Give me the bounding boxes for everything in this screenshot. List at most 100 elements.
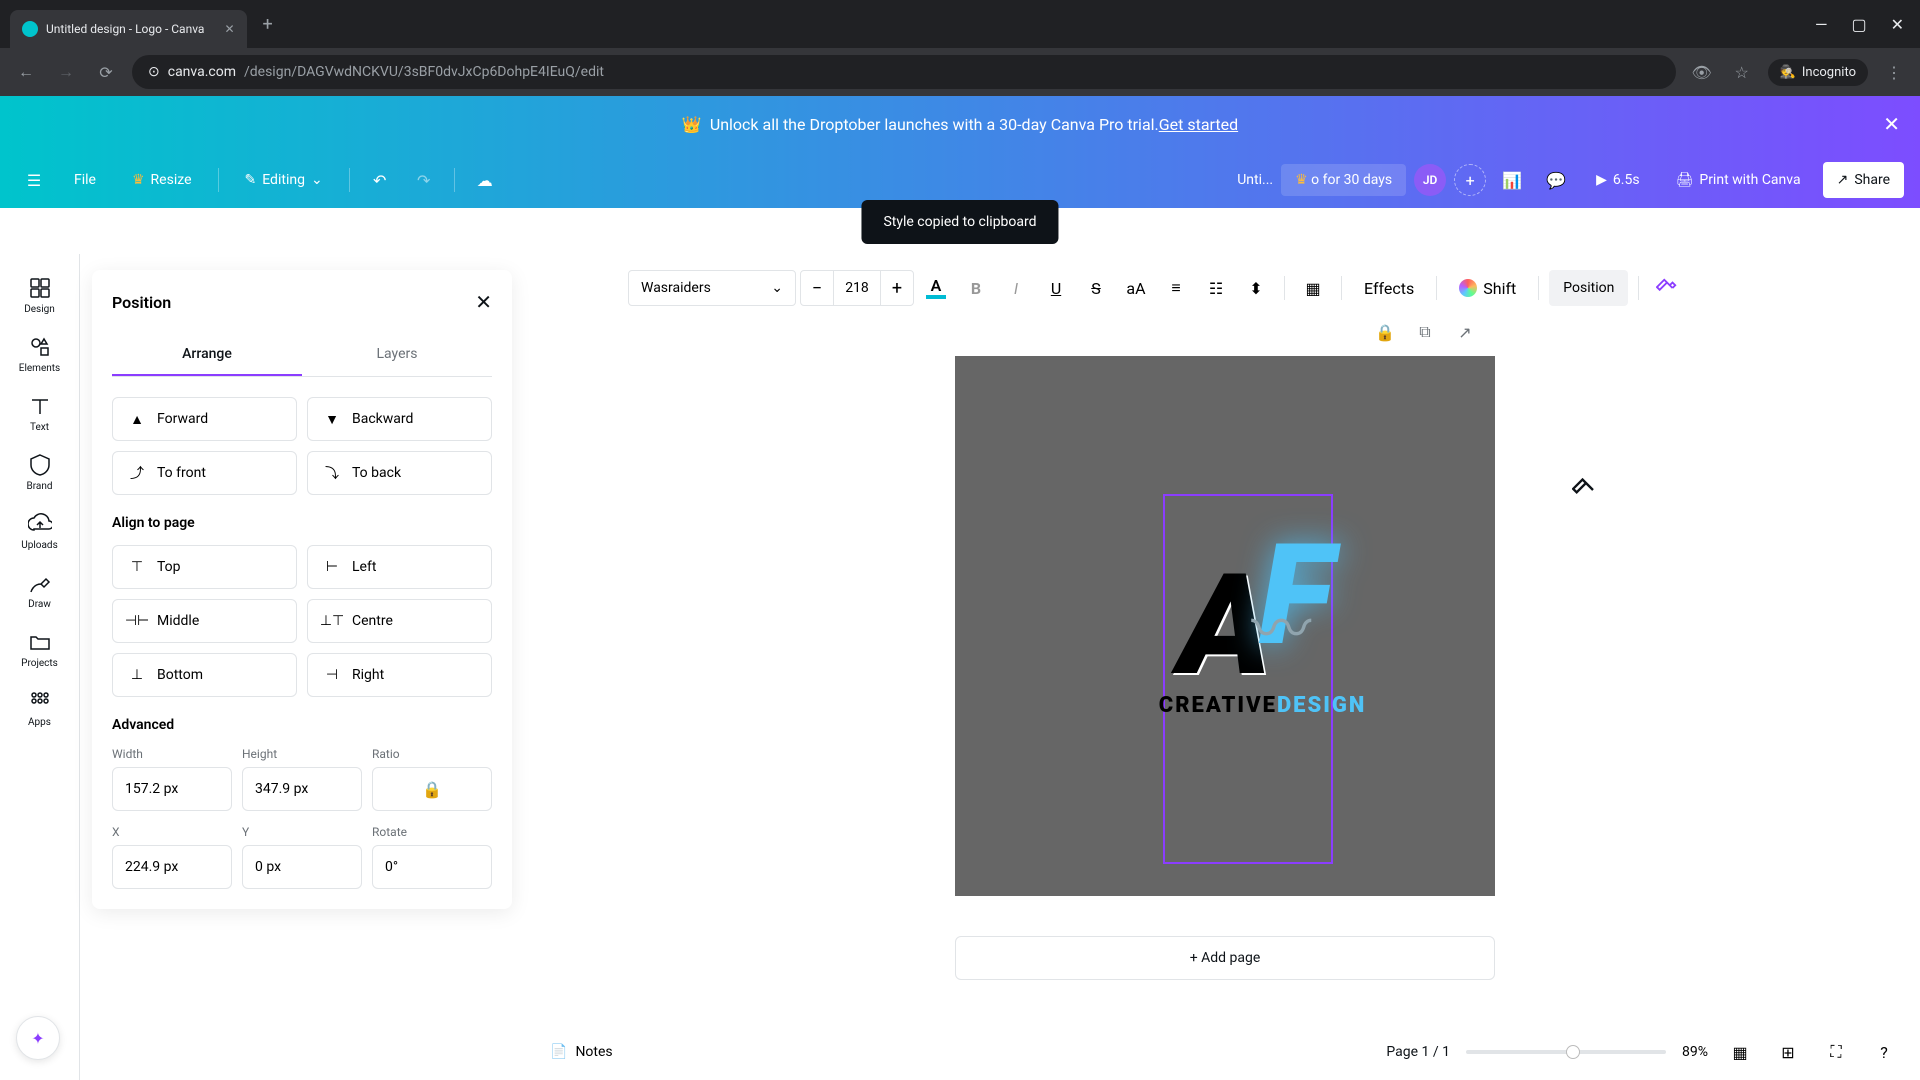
promo-cta-link[interactable]: Get started [1159, 115, 1238, 134]
to-front-button[interactable]: ⤴ To front [112, 451, 297, 495]
underline-button[interactable]: U [1038, 270, 1074, 306]
sidebar-item-text[interactable]: Text [6, 384, 74, 443]
magic-button[interactable]: ✦ [16, 1016, 60, 1060]
share-button[interactable]: ↗ Share [1823, 162, 1904, 198]
menu-icon[interactable]: ☰ [16, 162, 52, 198]
width-input[interactable] [112, 767, 232, 811]
zoom-slider-thumb[interactable] [1566, 1045, 1580, 1059]
sidebar-item-brand[interactable]: Brand [6, 443, 74, 502]
forward-button[interactable]: → [52, 58, 80, 86]
trial-button[interactable]: ♛ o for 30 days [1281, 164, 1406, 196]
document-title[interactable]: Unti... [1237, 172, 1273, 188]
back-button[interactable]: ← [12, 58, 40, 86]
font-size-stepper: − + [800, 270, 914, 306]
copy-style-button[interactable] [1649, 270, 1685, 306]
font-family-select[interactable]: Wasraiders ⌄ [628, 270, 796, 306]
chevron-down-icon: ⌄ [771, 280, 783, 296]
align-right-button[interactable]: ⊣ Right [307, 653, 492, 697]
logo-element[interactable]: A F 〰 CREATIVEDESIGN [1179, 544, 1272, 708]
height-input[interactable] [242, 767, 362, 811]
close-tab-icon[interactable]: ✕ [224, 22, 234, 36]
maximize-icon[interactable]: ▢ [1851, 15, 1866, 34]
ratio-lock-button[interactable]: 🔒 [372, 767, 492, 811]
close-window-icon[interactable]: ✕ [1891, 15, 1904, 34]
sidebar-item-elements[interactable]: Elements [6, 325, 74, 384]
bookmark-icon[interactable]: ☆ [1728, 58, 1756, 86]
uploads-icon [28, 512, 52, 536]
transparency-button[interactable]: ▦ [1295, 270, 1331, 306]
logo-text-creative: CREATIVE [1159, 693, 1277, 718]
address-bar[interactable]: ⊙ canva.com/design/DAGVwdNCKVU/3sBF0dvJx… [132, 55, 1676, 89]
zoom-slider[interactable] [1466, 1050, 1666, 1054]
sidebar-label: Draw [28, 599, 51, 610]
add-page-button[interactable]: + Add page [955, 936, 1495, 980]
page-indicator[interactable]: Page 1 / 1 [1386, 1044, 1450, 1060]
sidebar-label: Brand [26, 481, 52, 492]
align-left-button[interactable]: ⊢ Left [307, 545, 492, 589]
reload-button[interactable]: ⟳ [92, 58, 120, 86]
sidebar-item-projects[interactable]: Projects [6, 620, 74, 679]
print-button[interactable]: 🖨 Print with Canva [1662, 162, 1815, 198]
grid-view-icon[interactable]: ⊞ [1772, 1036, 1804, 1068]
add-collaborator-button[interactable]: + [1454, 164, 1486, 196]
tab-arrange[interactable]: Arrange [112, 334, 302, 376]
redo-button[interactable]: ↷ [406, 162, 442, 198]
effects-button[interactable]: Effects [1352, 270, 1426, 306]
forward-button[interactable]: ▲ Forward [112, 397, 297, 441]
increase-size-button[interactable]: + [881, 270, 913, 306]
shift-button[interactable]: Shift [1447, 270, 1528, 306]
browser-menu-icon[interactable]: ⋮ [1880, 58, 1908, 86]
export-canvas-icon[interactable]: ↗ [1453, 320, 1477, 344]
file-menu[interactable]: File [60, 162, 110, 198]
spacing-button[interactable]: ⬍ [1238, 270, 1274, 306]
text-color-button[interactable]: A [918, 270, 954, 306]
editing-mode-button[interactable]: ✎ Editing ⌄ [231, 162, 337, 198]
bold-button[interactable]: B [958, 270, 994, 306]
lock-canvas-icon[interactable]: 🔒 [1373, 320, 1397, 344]
rotate-input[interactable] [372, 845, 492, 889]
sidebar-item-uploads[interactable]: Uploads [6, 502, 74, 561]
to-back-button[interactable]: ⤵ To back [307, 451, 492, 495]
sidebar-item-draw[interactable]: Draw [6, 561, 74, 620]
position-button[interactable]: Position [1549, 270, 1628, 306]
list-button[interactable]: ☷ [1198, 270, 1234, 306]
help-icon[interactable]: ? [1868, 1036, 1900, 1068]
fullscreen-icon[interactable]: ⛶ [1820, 1036, 1852, 1068]
y-input[interactable] [242, 845, 362, 889]
align-middle-button[interactable]: ⊣⊢ Middle [112, 599, 297, 643]
minimize-icon[interactable]: — [1815, 15, 1828, 34]
decrease-size-button[interactable]: − [801, 270, 833, 306]
close-promo-icon[interactable]: ✕ [1883, 112, 1900, 136]
italic-button[interactable]: I [998, 270, 1034, 306]
site-info-icon[interactable]: ⊙ [148, 64, 160, 80]
incognito-badge[interactable]: 🕵 Incognito [1768, 59, 1868, 86]
sidebar-item-design[interactable]: Design [6, 266, 74, 325]
resize-button[interactable]: ♛ Resize [118, 162, 206, 198]
cloud-sync-icon[interactable]: ☁ [467, 162, 503, 198]
align-centre-button[interactable]: ⊥⊤ Centre [307, 599, 492, 643]
user-avatar[interactable]: JD [1414, 164, 1446, 196]
site-settings-icon[interactable]: 👁 [1688, 58, 1716, 86]
undo-button[interactable]: ↶ [362, 162, 398, 198]
analytics-icon[interactable]: 📊 [1494, 162, 1530, 198]
tab-layers[interactable]: Layers [302, 334, 492, 376]
duplicate-canvas-icon[interactable]: ⧉ [1413, 320, 1437, 344]
new-tab-button[interactable]: + [263, 14, 273, 35]
text-case-button[interactable]: aA [1118, 270, 1154, 306]
alignment-button[interactable]: ≡ [1158, 270, 1194, 306]
zoom-percent[interactable]: 89% [1682, 1044, 1708, 1060]
strikethrough-button[interactable]: S [1078, 270, 1114, 306]
design-canvas[interactable]: A F 〰 CREATIVEDESIGN [955, 356, 1495, 896]
font-size-input[interactable] [833, 271, 881, 305]
sidebar-item-apps[interactable]: Apps [6, 679, 74, 738]
browser-tab[interactable]: Untitled design - Logo - Canva ✕ [10, 10, 247, 48]
backward-button[interactable]: ▼ Backward [307, 397, 492, 441]
comment-icon[interactable]: 💬 [1538, 162, 1574, 198]
page-view-icon[interactable]: ▦ [1724, 1036, 1756, 1068]
play-duration-button[interactable]: ▶ 6.5s [1582, 162, 1653, 198]
close-panel-icon[interactable]: ✕ [475, 290, 492, 314]
align-bottom-button[interactable]: ⊥ Bottom [112, 653, 297, 697]
align-top-button[interactable]: ⊤ Top [112, 545, 297, 589]
x-input[interactable] [112, 845, 232, 889]
notes-button[interactable]: 📄 Notes [550, 1044, 613, 1060]
